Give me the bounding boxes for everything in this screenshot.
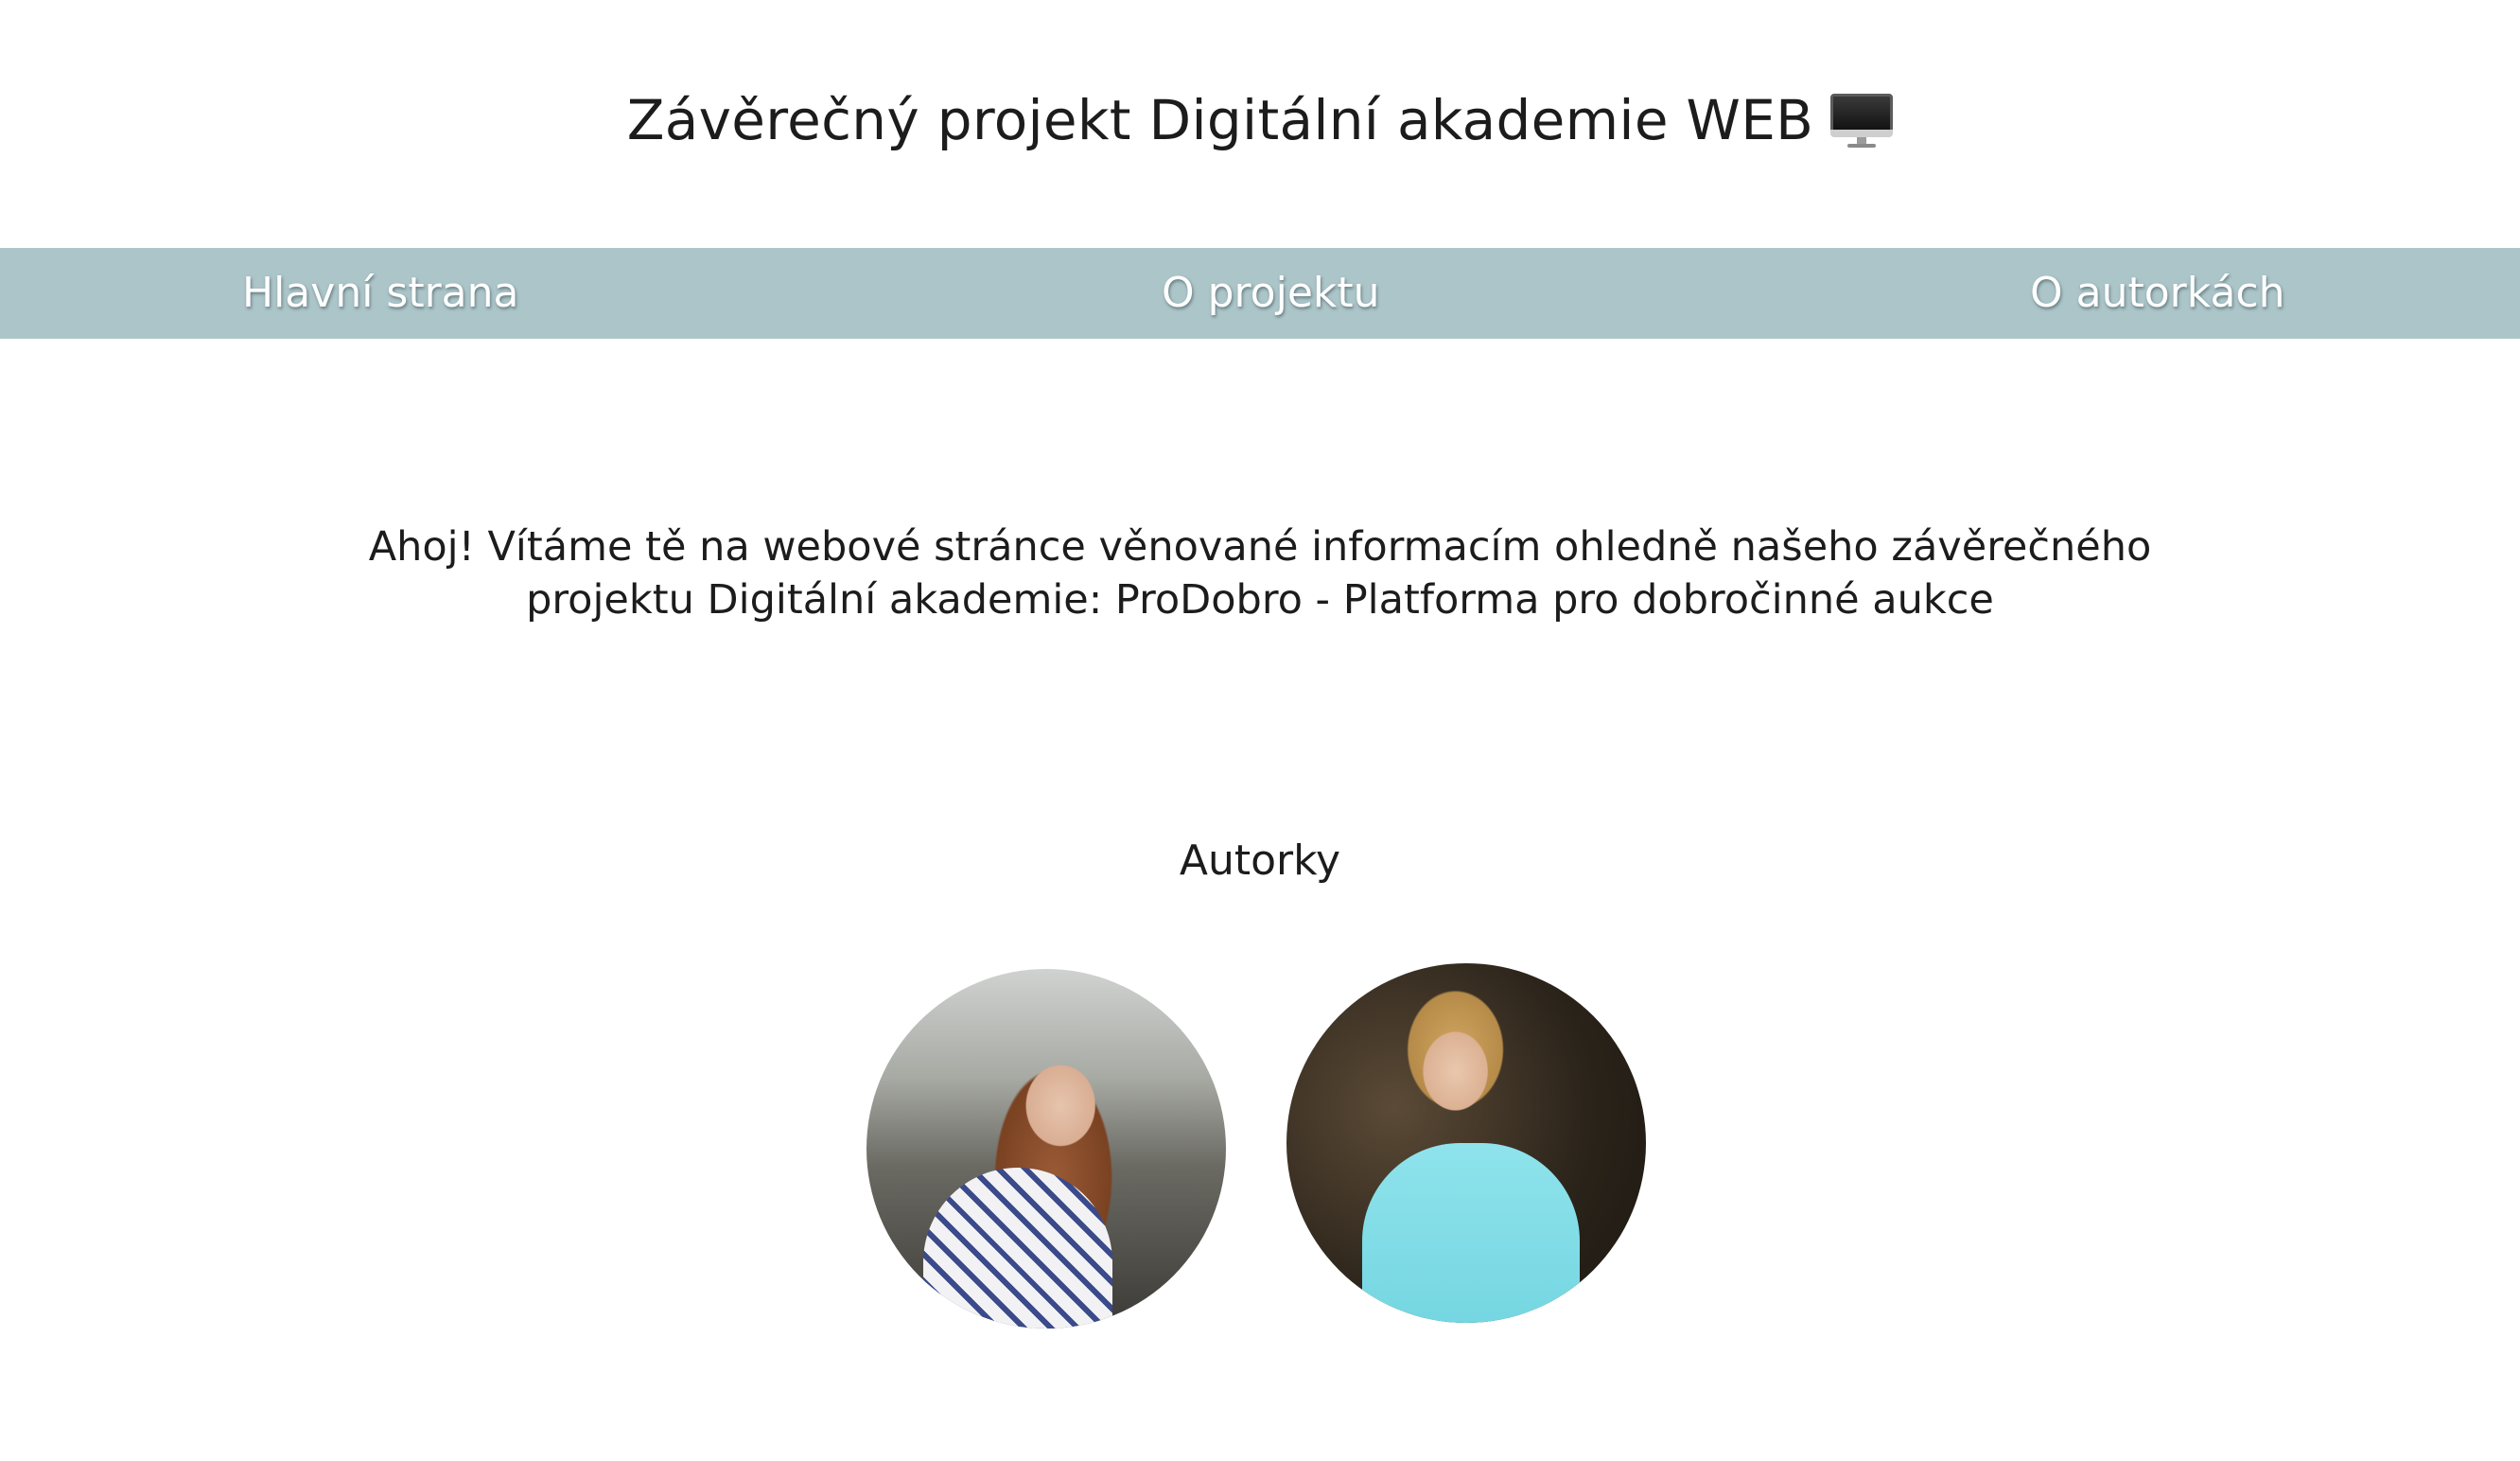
intro-text: Ahoj! Vítáme tě na webové stránce věnova… (368, 523, 2152, 624)
site-title-text: Závěrečný projekt Digitální akademie WEB (626, 88, 1814, 152)
author-photo-1 (866, 969, 1226, 1329)
nav-link-project[interactable]: O projektu (1162, 248, 1380, 339)
site-header: Závěrečný projekt Digitální akademie WEB (0, 0, 2520, 248)
nav-link-home[interactable]: Hlavní strana (242, 248, 519, 339)
site-title: Závěrečný projekt Digitální akademie WEB (626, 88, 1894, 152)
desktop-computer-icon (1830, 92, 1894, 149)
authors-heading: Autorky (1179, 836, 1341, 885)
main-nav: Hlavní strana O projektu O autorkách (0, 248, 2520, 339)
author-photo-2 (1286, 963, 1646, 1323)
nav-link-authors[interactable]: O autorkách (2030, 248, 2284, 339)
page: Závěrečný projekt Digitální akademie WEB… (0, 0, 2520, 1461)
